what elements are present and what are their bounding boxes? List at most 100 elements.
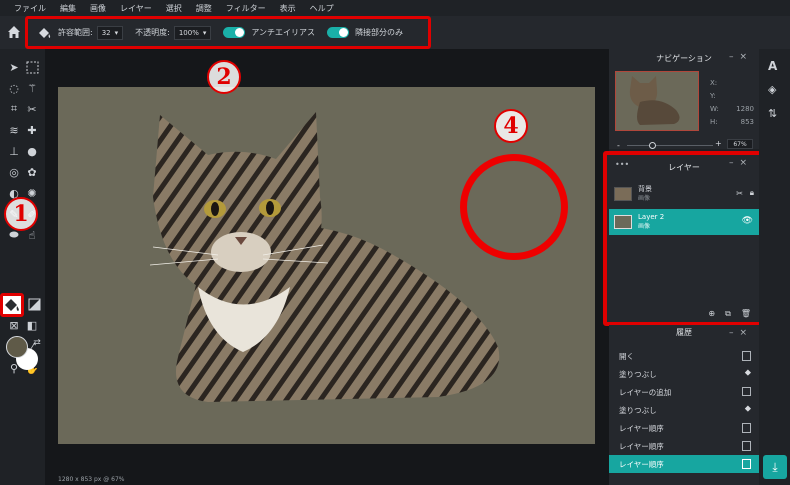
zoom-out-icon[interactable]: - <box>617 141 620 150</box>
layer-name: 背景 <box>638 185 652 193</box>
download-button[interactable]: ⤓ <box>763 455 787 479</box>
paint-bucket-icon: ⬥ <box>744 368 751 378</box>
annotation-badge-4: 4 <box>494 109 528 143</box>
layer-type: 画像 <box>638 223 651 230</box>
panel-menu-icon[interactable]: ••• <box>615 160 629 169</box>
history-item[interactable]: 塗りつぶし ⬥ <box>609 365 759 383</box>
menu-view[interactable]: 表示 <box>280 3 296 14</box>
fill-options-group: 許容範囲: 32 ▾ 不透明度: 100% ▾ アンチエイリアス 隣接部分のみ <box>25 16 431 49</box>
duplicate-layer-icon[interactable]: ⧉ <box>725 309 731 319</box>
layer-row-layer2[interactable]: Layer 2 画像 👁︎ <box>609 209 759 235</box>
panel-controls[interactable]: –× <box>729 328 753 338</box>
adjust-panel-icon[interactable]: ⇅ <box>768 107 777 120</box>
history-item-label: 開く <box>619 351 634 361</box>
annotation-badge-1: 1 <box>4 197 38 231</box>
paint-bucket-tool[interactable] <box>0 293 24 317</box>
history-item[interactable]: レイヤー順序 <box>609 437 759 455</box>
square-icon <box>742 387 751 396</box>
document-icon <box>742 459 751 469</box>
options-bar: 許容範囲: 32 ▾ 不透明度: 100% ▾ アンチエイリアス 隣接部分のみ <box>0 16 790 49</box>
menu-adjust[interactable]: 調整 <box>196 3 212 14</box>
navigation-thumbnail[interactable] <box>615 71 699 131</box>
nav-h-value: 853 <box>740 118 754 126</box>
history-item-label: レイヤーの追加 <box>619 387 672 397</box>
layers-header: ••• レイヤー –× <box>609 155 759 179</box>
add-layer-icon[interactable]: ⊕ <box>708 309 715 319</box>
magic-wand-icon[interactable]: ⚚ <box>24 80 40 96</box>
chevron-down-icon: ▾ <box>202 28 207 37</box>
lock-icon[interactable]: 🔒︎ <box>750 188 754 198</box>
zoom-in-icon[interactable]: + <box>715 139 722 148</box>
history-item[interactable]: 開く <box>609 347 759 365</box>
paint-bucket-icon <box>39 27 51 38</box>
globe-icon[interactable]: ◎ <box>6 164 22 180</box>
history-item-label: 塗りつぶし <box>619 405 657 415</box>
marquee-tool-icon[interactable] <box>24 59 40 75</box>
layer-row-background[interactable]: 背景 画像 ✂ 🔒︎ <box>609 181 759 207</box>
move-tool-icon[interactable]: ➤ <box>6 59 22 75</box>
foreground-color-swatch[interactable] <box>6 336 28 358</box>
history-item[interactable]: レイヤー順序 <box>609 419 759 437</box>
shape-tool-icon[interactable]: ◧ <box>24 317 40 333</box>
menu-file[interactable]: ファイル <box>14 3 46 14</box>
layers-title: レイヤー <box>668 162 700 172</box>
paint-bucket-icon: ⬥ <box>744 404 751 414</box>
nav-h-label: H: <box>710 118 718 126</box>
history-item[interactable]: レイヤーの追加 <box>609 383 759 401</box>
history-item-label: レイヤー順序 <box>619 459 664 469</box>
layers-panel-icon[interactable]: ◈ <box>768 83 776 96</box>
crop-tool-icon[interactable]: ⌗ <box>6 101 22 117</box>
eye-icon[interactable]: 👁︎ <box>742 216 753 226</box>
panel-controls[interactable]: –× <box>729 158 753 168</box>
frame-tool-icon[interactable]: ⊠ <box>6 317 22 333</box>
antialias-label: アンチエイリアス <box>251 28 316 37</box>
nav-w-label: W: <box>710 105 719 113</box>
menu-image[interactable]: 画像 <box>90 3 106 14</box>
download-icon: ⤓ <box>772 459 778 474</box>
history-item[interactable]: 塗りつぶし ⬥ <box>609 401 759 419</box>
clone-stamp-icon[interactable]: ⊥ <box>6 143 22 159</box>
history-item-active[interactable]: レイヤー順序 <box>609 455 759 473</box>
home-icon[interactable] <box>6 24 22 40</box>
document-icon <box>742 423 751 433</box>
opacity-value: 100% <box>178 28 199 37</box>
opacity-label: 不透明度: <box>135 28 170 37</box>
gradient-tool-icon[interactable] <box>26 296 42 312</box>
layers-panel: ••• レイヤー –× 背景 画像 ✂ 🔒︎ Layer 2 画像 👁︎ ⊕ ⧉… <box>609 155 759 321</box>
history-header: 履歴 –× <box>609 325 759 339</box>
delete-layer-icon[interactable]: 🗑︎ <box>741 309 751 319</box>
menu-bar: ファイル 編集 画像 レイヤー 選択 調整 フィルター 表示 ヘルプ <box>0 0 790 16</box>
layer-thumbnail <box>614 187 632 201</box>
type-panel-icon[interactable]: A <box>768 59 777 73</box>
drop-icon[interactable]: ● <box>24 143 40 159</box>
tolerance-dropdown[interactable]: 32 ▾ <box>96 25 124 40</box>
panel-controls[interactable]: –× <box>729 52 753 62</box>
scissors-icon[interactable]: ✂ <box>736 189 743 198</box>
lasso-tool-icon[interactable]: ◌ <box>6 80 22 96</box>
history-item-label: レイヤー順序 <box>619 423 664 433</box>
layer-type: 画像 <box>638 195 651 202</box>
liquify-icon[interactable]: ≋ <box>6 122 22 138</box>
navigation-title: ナビゲーション <box>656 53 712 63</box>
opacity-dropdown[interactable]: 100% ▾ <box>173 25 212 40</box>
history-item-label: レイヤー順序 <box>619 441 664 451</box>
swap-colors-icon[interactable]: ⇄ <box>29 335 45 351</box>
layer-name: Layer 2 <box>638 213 665 221</box>
navigation-header: ナビゲーション –× <box>609 49 759 67</box>
scissors-icon[interactable]: ✂ <box>24 101 40 117</box>
menu-edit[interactable]: 編集 <box>60 3 76 14</box>
zoom-slider-handle[interactable] <box>649 142 656 149</box>
contiguous-toggle[interactable] <box>327 27 350 38</box>
menu-help[interactable]: ヘルプ <box>310 3 334 14</box>
menu-select[interactable]: 選択 <box>166 3 182 14</box>
menu-filter[interactable]: フィルター <box>226 3 266 14</box>
menu-layer[interactable]: レイヤー <box>120 3 152 14</box>
sponge-icon[interactable]: ✿ <box>24 164 40 180</box>
bandage-icon[interactable]: ✚ <box>24 122 40 138</box>
zoom-input[interactable]: 67% <box>727 139 753 149</box>
zoom-slider[interactable] <box>627 142 713 149</box>
nav-x-label: X: <box>710 79 718 87</box>
tools-toolbar: ➤ ◌ ⚚ ⌗ ✂ ≋ ✚ ⊥ ● ◎ ✿ ◐ ✺ ✎ ✐ ⬬ ☝ ⊠ ◧ T … <box>0 49 45 485</box>
app-window: ファイル 編集 画像 レイヤー 選択 調整 フィルター 表示 ヘルプ 許容範囲:… <box>0 0 790 485</box>
antialias-toggle[interactable] <box>223 27 246 38</box>
